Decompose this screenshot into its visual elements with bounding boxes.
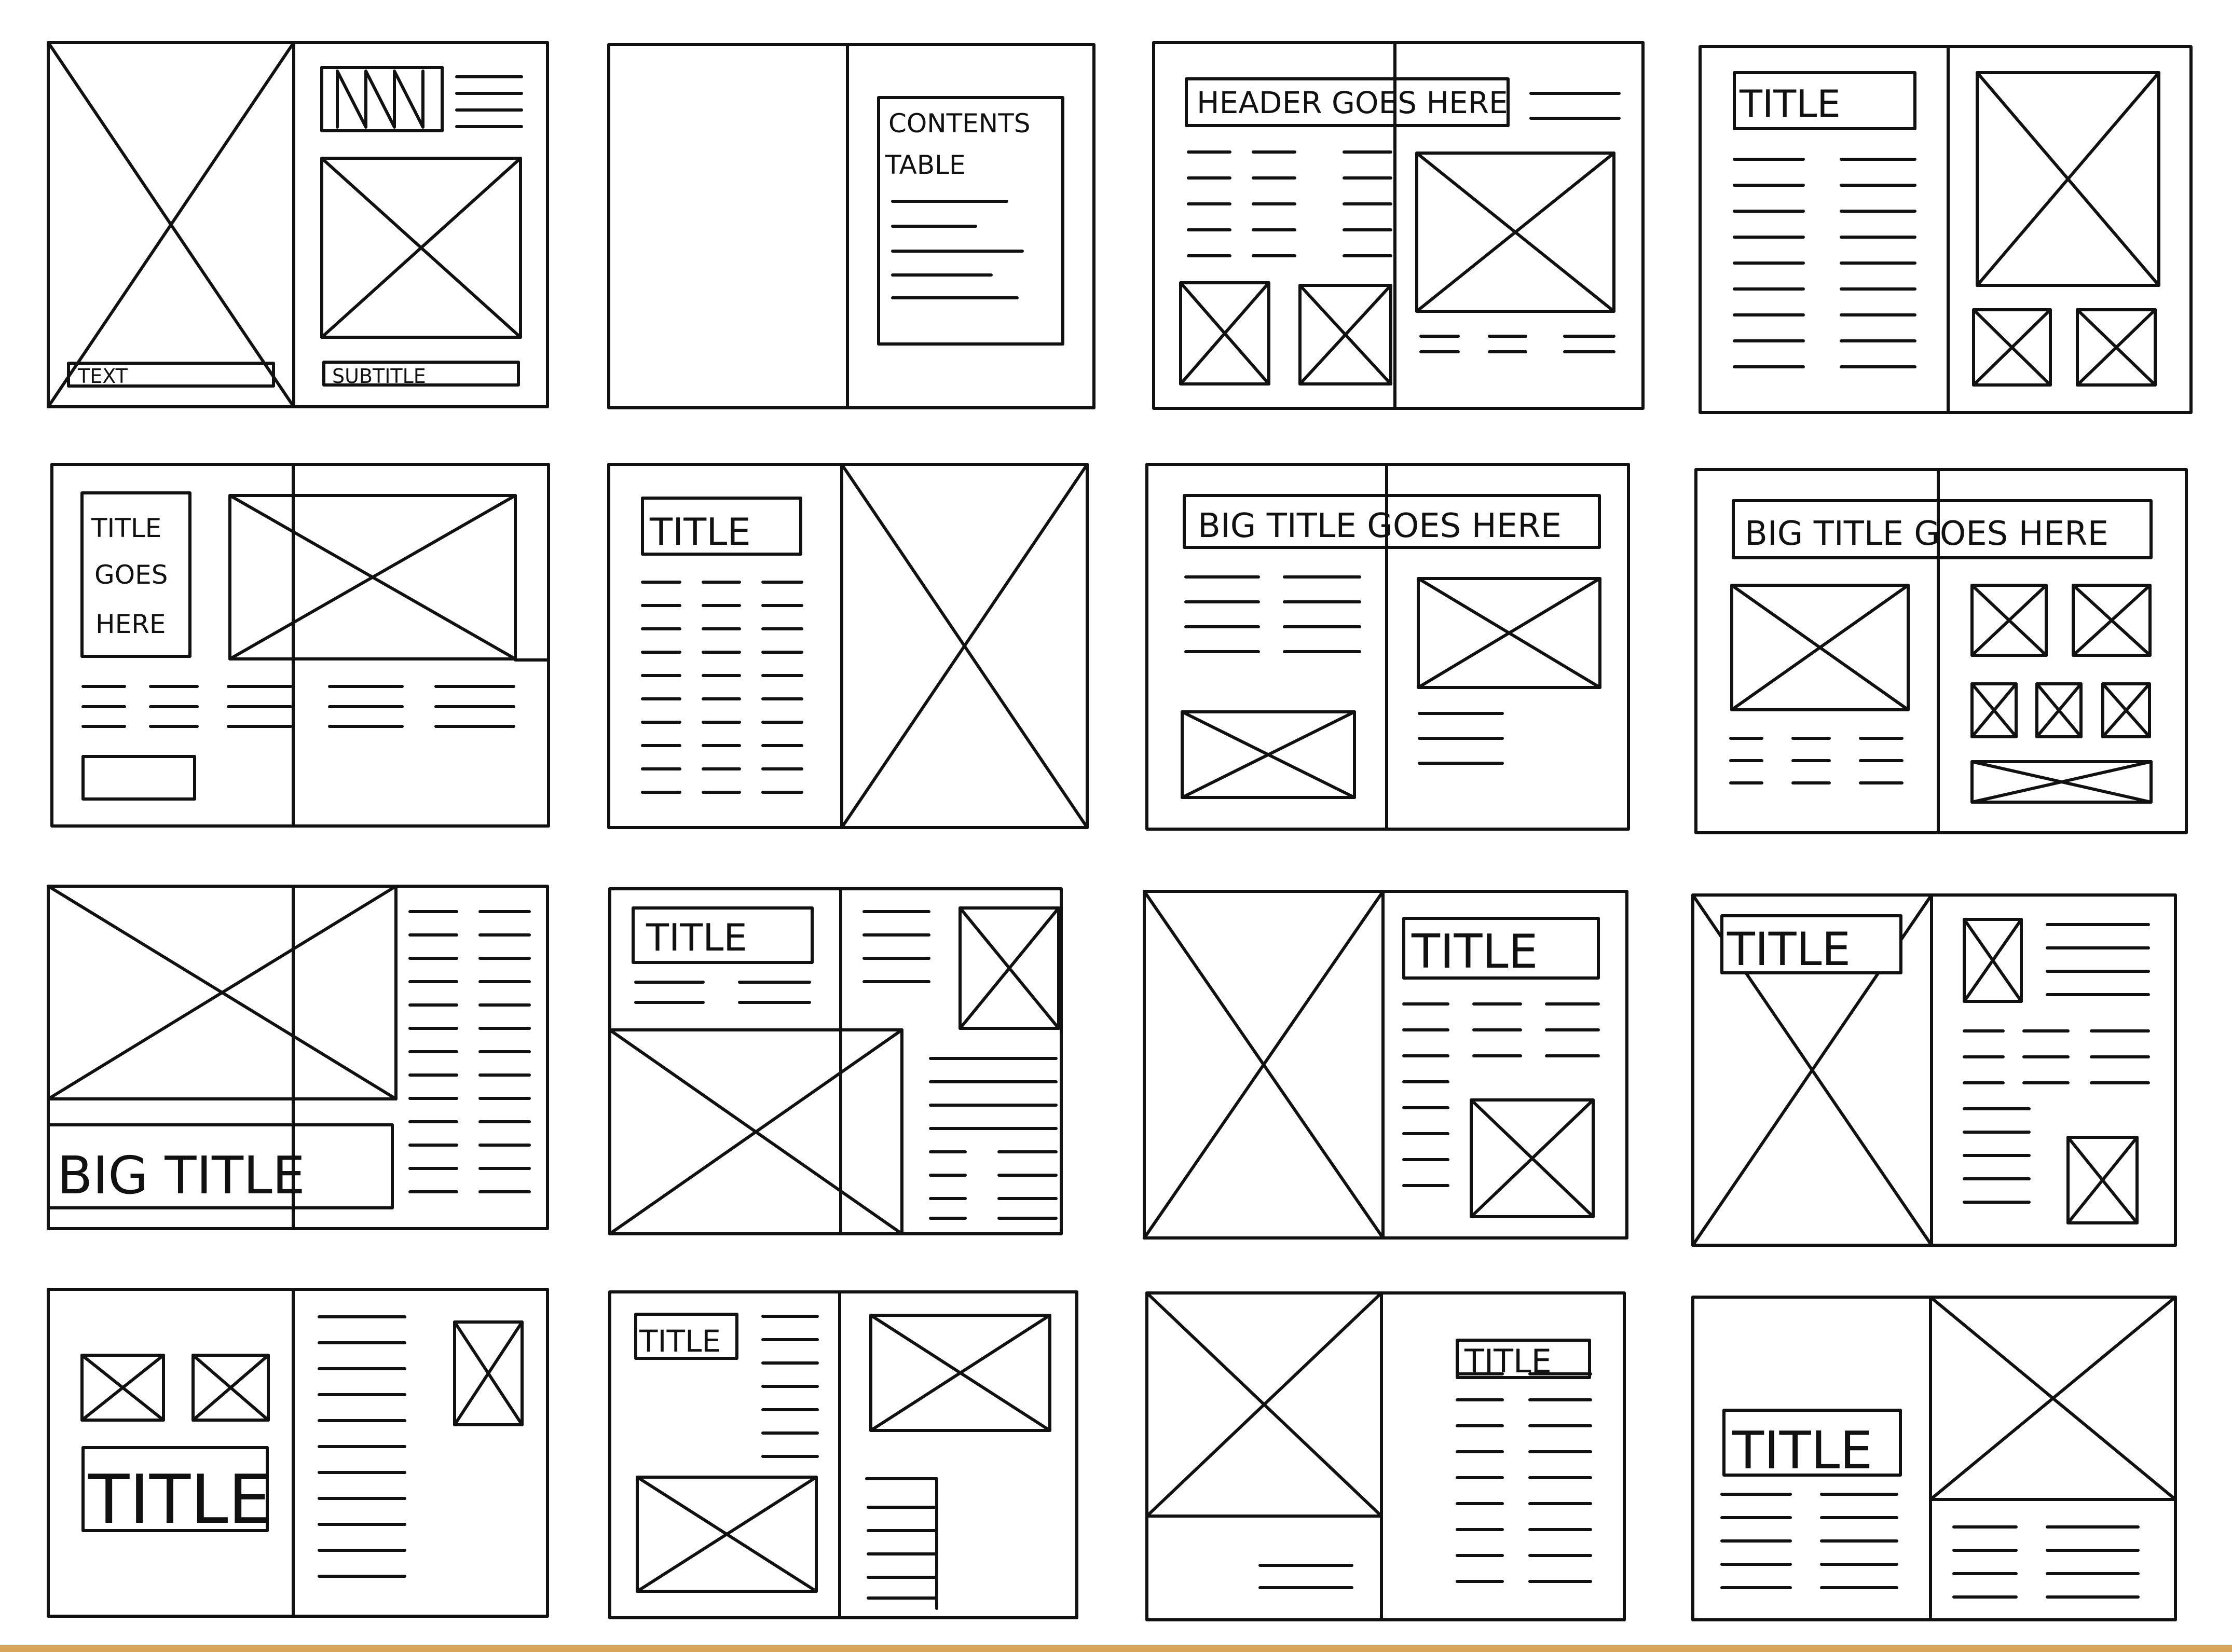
spread-label: BIG TITLE	[57, 1145, 305, 1206]
spread-label: TITLE	[646, 916, 747, 959]
spread-label: TABLE	[885, 150, 966, 180]
spread-label: BIG TITLE GOES HERE	[1745, 515, 2108, 553]
spread-label: GOES	[94, 560, 168, 590]
layout-sketch-sheet: TEXT SUBTITLE CONTENTS TABLE HEADER GOES…	[0, 0, 2232, 1652]
spread-label: TITLE	[1727, 923, 1851, 976]
spread-label: TITLE	[91, 513, 161, 543]
paper-edge	[0, 1645, 2232, 1652]
spread-label: TEXT	[77, 365, 128, 388]
spread-label: TITLE	[649, 510, 751, 554]
spread-label: CONTENTS	[888, 108, 1031, 139]
spread-label: TITLE	[1411, 925, 1538, 979]
spread-label: TITLE	[88, 1460, 271, 1539]
spread-label: HEADER GOES HERE	[1197, 85, 1508, 120]
spread-label: BIG TITLE GOES HERE	[1198, 507, 1562, 545]
spread-label: SUBTITLE	[332, 365, 426, 388]
spread-label: TITLE	[1464, 1342, 1552, 1380]
spread-label: TITLE	[1732, 1420, 1873, 1481]
spread-label: TITLE	[639, 1324, 721, 1359]
spread-label: HERE	[95, 609, 166, 639]
spread-label: TITLE	[1739, 82, 1841, 126]
